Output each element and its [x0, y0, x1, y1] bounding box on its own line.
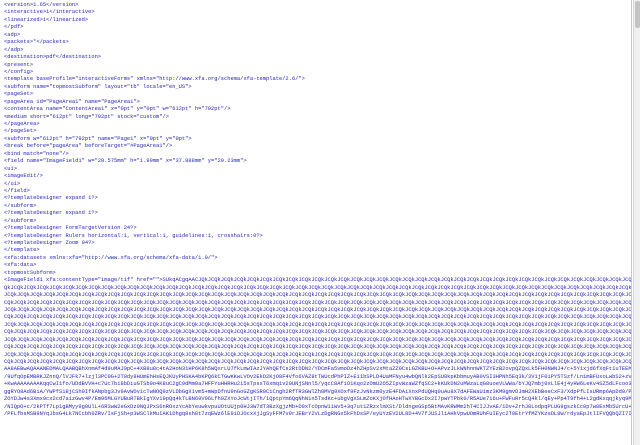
source-line: <xfa:datasets xmlns:xfa="http://www.xfa.… — [4, 254, 218, 261]
source-line: AA8AEBwAQAAANEDMALQAABQBhXnmAf4d9uMAJ9pC… — [4, 366, 631, 373]
source-line: <version>1.65</version> — [4, 2, 79, 8]
source-line: <topmostSubform> — [4, 269, 56, 276]
source-line: <xfa:data> — [4, 262, 37, 269]
source-line: <subform name="topmostSubform" layout="t… — [4, 83, 192, 90]
source-line: CQkJCQkJCQkJCQkJCQkJCQkJCQkJCQkJCQkJCQkJ… — [4, 314, 631, 321]
source-line: JCQkJCQkJCQkJCQkJCQkJCQkJCQkJCQkJCQkJCQk… — [4, 292, 631, 299]
source-line: </config> — [4, 68, 34, 75]
source-line: <pageArea id="PageArea1" name="PageArea1… — [4, 98, 140, 105]
source-line: <contentArea name="ContentArea1" x="0pt"… — [4, 106, 231, 113]
source-line: <ImageField1 xfa:contentType="image/tif"… — [4, 277, 631, 284]
xml-source-viewer[interactable]: <version>1.65</version> <interactive>1</i… — [0, 0, 632, 445]
scrollbar-thumb[interactable] — [635, 1, 640, 28]
source-line: <?templateDesigner Rulers horizontal:1, … — [4, 232, 263, 239]
source-line: <imageEdit/> — [4, 173, 43, 180]
source-line: JCQkJCQkJCQkJCQkJCQkJCQkJCQkJCQkJCQkJCQk… — [4, 336, 631, 343]
source-line: /NIQpO+c/2kPTf7Lp1gBMyy9g0UlL+6R3wW2eGxD… — [4, 403, 631, 410]
vertical-scrollbar[interactable] — [633, 0, 640, 445]
source-line: JCQkJCQkJCQkJCQkJCQkJCQkJCQkJCQkJCQkJCQk… — [4, 351, 631, 358]
source-line: CQkJCQkJCQkJCQkJCQkJCQkJCQkJCQkJCQkJCQkJ… — [4, 344, 631, 351]
source-line: <interactive>1</interactive> — [4, 9, 95, 16]
source-line: ggRYO8Ad6BiA/YWPfS18jCSh0IfkANpbg3Jv9AvW… — [4, 388, 631, 395]
source-line: </pageSet> — [4, 128, 37, 135]
source-line: CQkJCQkJCQkJCQkJCQkJCQkJCQkJCQkJCQkJCQkJ… — [4, 359, 631, 365]
source-line: </subform> — [4, 202, 37, 209]
source-line: <subform w="612pt" h="792pt" name="Page1… — [4, 135, 192, 142]
source-line: /9UfqOpEMBRKJZnnQ/lVJFk7+lzjl3PC0G+2T8dy… — [4, 373, 631, 380]
source-line: </template> — [4, 247, 40, 254]
source-line: </pageArea> — [4, 121, 40, 127]
source-line: <medium short="612pt" long="792pt" stock… — [4, 113, 169, 120]
source-line: <?templateDesigner Zoom 94?> — [4, 240, 95, 246]
source-line: <field name="ImageField1" w="28.575mm" h… — [4, 158, 247, 165]
source-line: <?templateDesigner expand 1?> — [4, 210, 98, 217]
source-line: <destination>pdf</destination> — [4, 54, 102, 61]
source-line: JCQkJCQkJCQkJCQkJCQkJCQkJCQkJCQkJCQkJCQk… — [4, 306, 631, 313]
source-line: </ui> — [4, 180, 21, 187]
source-line: <?templateDesigner FormTargetVersion 24?… — [4, 225, 137, 232]
source-line: /PFLfbsMSB9NYqJbsG4Lk7NCcbh0ZRv/IsFjSh+p… — [4, 411, 631, 418]
source-line: <ui> — [4, 165, 17, 172]
source-line: <linearized>1</linearized> — [4, 16, 89, 23]
source-line: QkJCQkJCQkJCQkJCQkJCQkJCQkJCQkJCQkJCQkJC… — [4, 284, 631, 291]
source-line: <present> — [4, 61, 34, 68]
source-line: +KwAAAAAAAAKqqCwI1fo/UDdBVVH+c7Uc7bi8bDi… — [4, 381, 631, 388]
source-line: </field> — [4, 187, 30, 194]
source-line: <break before="pageArea" beforeTarget="#… — [4, 143, 173, 150]
source-line: <?templateDesigner expand 1?> — [4, 195, 98, 202]
source-line: CQkJCQkJCQkJCQkJCQkJCQkJCQkJCQkJCQkJCQkJ… — [4, 329, 631, 336]
source-line: </pdf> — [4, 24, 24, 31]
source-line: </subform> — [4, 217, 37, 224]
source-line: <adp> — [4, 31, 21, 38]
source-line: <bind match="none"/> — [4, 150, 69, 157]
source-line: <packets>*</packets> — [4, 39, 69, 46]
source-line: JCQkJCQkJCQkJCQkJCQkJCQkJCQkJCQkJCQkJCQk… — [4, 321, 631, 328]
source-line: </adp> — [4, 46, 24, 53]
source-line: <template baseProfile="interactiveForms"… — [4, 76, 305, 83]
source-line: CQkJCQkJCQkJCQkJCQkJCQkJCQkJCQkJCQkJCQkJ… — [4, 299, 631, 306]
source-line: <pageSet> — [4, 91, 34, 98]
source-line: ZOYDJw4s3Xmx9cx2cd7a1zGwv4P/Em96MLGYUBuR… — [4, 396, 631, 403]
